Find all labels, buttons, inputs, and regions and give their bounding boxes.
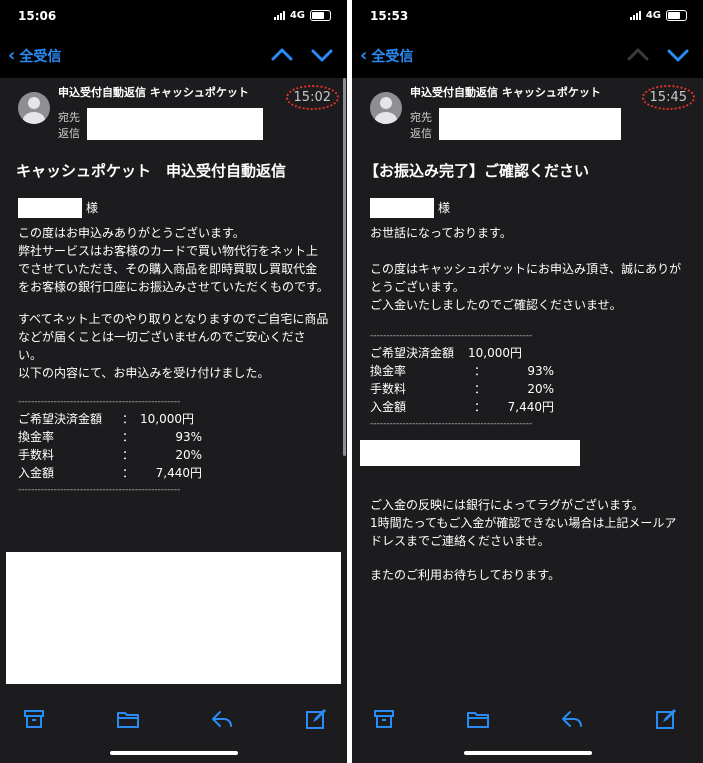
battery-icon (666, 10, 687, 21)
network-label: 4G (645, 10, 661, 21)
signal-icon (273, 11, 285, 20)
detail-row: 手数料： 20% (18, 448, 202, 462)
bottom-toolbar (352, 695, 703, 763)
mail-subject: キャッシュポケット 申込受付自動返信 (16, 162, 287, 180)
to-label: 宛先 (410, 111, 432, 124)
paragraph: この度はお申込みありがとうございます。 弊社サービスはお客様のカードで買い物代行… (18, 226, 329, 294)
salutation: 様 (86, 201, 99, 215)
home-indicator[interactable] (109, 751, 238, 755)
chevron-up-icon[interactable] (269, 44, 295, 66)
status-time: 15:06 (18, 9, 57, 23)
paragraph: ご入金の反映には銀行によってラグがございます。 1時間たってもご入金が確認できな… (370, 498, 677, 548)
battery-icon (310, 10, 331, 21)
reply-label: 返信 (410, 127, 432, 140)
back-button[interactable]: ‹ 全受信 (8, 46, 61, 66)
redacted-name (18, 198, 82, 218)
detail-row: ご希望決済金額 10,000円 (370, 346, 522, 360)
folder-icon[interactable] (116, 707, 140, 731)
greeting: お世話になっております。 (370, 226, 512, 240)
salutation: 様 (438, 201, 451, 215)
sender-name: 申込受付自動返信 キャッシュポケット (410, 86, 601, 99)
paragraph: この度はキャッシュポケットにお申込み頂き、誠にありがとうございます。 ご入金いた… (370, 262, 682, 312)
reply-label: 返信 (58, 127, 80, 140)
back-label: 全受信 (19, 49, 62, 65)
compose-icon[interactable] (654, 707, 678, 731)
left-phone-screen: 15:06 4G ‹ 全受信 申込受付自動返信 キャッシュポケット 宛先 返信 (0, 0, 347, 763)
folder-icon[interactable] (466, 707, 490, 731)
detail-row: 換金率： 93% (18, 430, 202, 444)
chevron-down-icon[interactable] (665, 44, 691, 66)
back-button[interactable]: ‹ 全受信 (360, 46, 413, 66)
redacted-name (370, 198, 434, 218)
reply-icon[interactable] (210, 707, 234, 731)
mail-subject: 【お振込み完了】ご確認ください (364, 162, 590, 180)
separator: ----------------------------------------… (370, 419, 533, 429)
mail-header: 申込受付自動返信 キャッシュポケット 宛先 返信 15:45 (352, 78, 703, 150)
paragraph: すべてネット上でのやり取りとなりますのでご自宅に商品などが届くことは一切ございま… (18, 312, 329, 380)
redacted-block (6, 552, 341, 684)
status-bar: 15:53 4G (352, 0, 703, 34)
screenshot-comparison: 15:06 4G ‹ 全受信 申込受付自動返信 キャッシュポケット 宛先 返信 (0, 0, 703, 763)
signal-icon (629, 11, 641, 20)
redacted-address (87, 108, 263, 140)
mail-body: 【お振込み完了】ご確認ください 様 お世話になっております。 この度はキャッシュ… (352, 150, 703, 695)
detail-row: ご希望決済金額： 10,000円 (18, 412, 194, 426)
network-label: 4G (289, 10, 305, 21)
redacted-address (439, 108, 621, 140)
right-phone-screen: 15:53 4G ‹ 全受信 申込受付自動返信 キャッシュポケット 宛先 返信 (352, 0, 703, 763)
detail-row: 手数料： 20% (370, 382, 554, 396)
closing: またのご利用お待ちしております。 (370, 568, 561, 582)
nav-bar: ‹ 全受信 (0, 34, 347, 78)
bottom-toolbar (0, 695, 347, 763)
received-time: 15:02 (285, 85, 339, 110)
received-time: 15:45 (641, 85, 695, 110)
sender-name: 申込受付自動返信 キャッシュポケット (58, 86, 249, 99)
detail-row: 入金額： 7,440円 (370, 400, 554, 414)
chevron-left-icon: ‹ (8, 45, 16, 66)
back-label: 全受信 (371, 49, 414, 65)
detail-row: 入金額： 7,440円 (18, 466, 202, 480)
chevron-up-icon[interactable] (625, 44, 651, 66)
status-time: 15:53 (370, 9, 409, 23)
compose-icon[interactable] (304, 707, 328, 731)
redacted-block (360, 440, 580, 466)
avatar (370, 92, 402, 124)
archive-icon[interactable] (372, 707, 396, 731)
chevron-down-icon[interactable] (309, 44, 335, 66)
detail-row: 換金率： 93% (370, 364, 554, 378)
chevron-left-icon: ‹ (360, 45, 368, 66)
avatar (18, 92, 50, 124)
separator: ----------------------------------------… (18, 485, 181, 495)
to-label: 宛先 (58, 111, 80, 124)
nav-bar: ‹ 全受信 (352, 34, 703, 78)
status-bar: 15:06 4G (0, 0, 347, 34)
home-indicator[interactable] (463, 751, 592, 755)
reply-icon[interactable] (560, 707, 584, 731)
separator: ----------------------------------------… (370, 331, 533, 341)
mail-header: 申込受付自動返信 キャッシュポケット 宛先 返信 15:02 (0, 78, 347, 150)
separator: ----------------------------------------… (18, 397, 181, 407)
archive-icon[interactable] (22, 707, 46, 731)
